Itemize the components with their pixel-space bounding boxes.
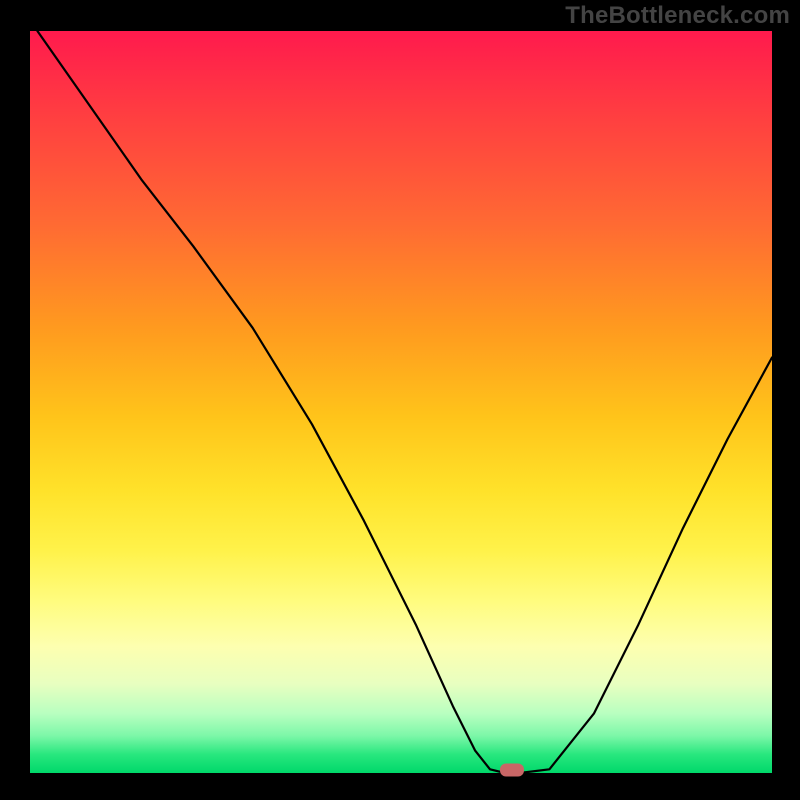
plot-area — [30, 31, 772, 773]
chart-frame: TheBottleneck.com — [0, 0, 800, 800]
watermark-text: TheBottleneck.com — [565, 2, 790, 30]
bottleneck-curve — [37, 31, 772, 773]
optimal-marker — [500, 764, 524, 777]
curve-svg — [30, 31, 772, 773]
